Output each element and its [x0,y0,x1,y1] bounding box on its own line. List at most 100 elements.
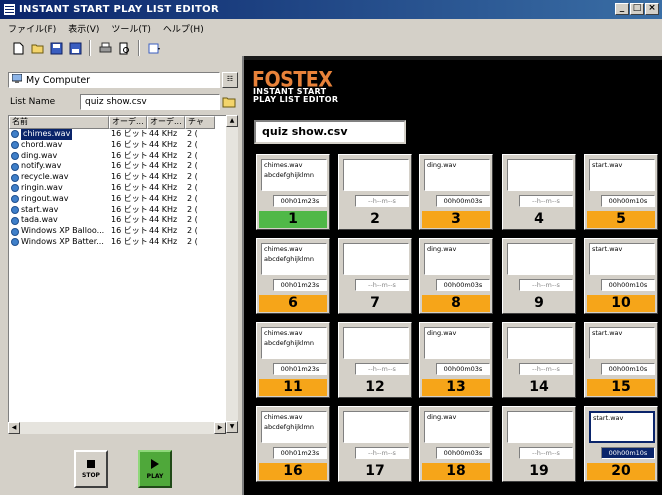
scroll-left-arrow-icon[interactable]: ◀ [8,422,20,434]
playlist-slot[interactable]: start.wav 00h00m10s 20 [584,406,658,482]
playlist-slot[interactable]: start.wav 00h00m10s 15 [584,322,658,398]
slot-file-info[interactable]: ding.wav [424,411,490,443]
print-preview-icon[interactable] [116,40,132,56]
playlist-slot[interactable]: ding.wav 00h00m03s 8 [419,238,493,314]
slot-number[interactable]: 3 [422,211,490,228]
menu-view[interactable]: 表示(V) [68,22,99,35]
file-list-row[interactable]: ringout.wav 16 ビット 44 KHz 2 ( [9,194,237,205]
slot-file-info[interactable] [507,411,573,443]
file-list-row[interactable]: Windows XP Balloo... 16 ビット 44 KHz 2 ( [9,226,237,237]
slot-file-info[interactable]: start.wav [589,327,655,359]
slot-file-info[interactable] [343,411,409,443]
slot-number[interactable]: 15 [587,379,655,396]
slot-file-info[interactable] [507,327,573,359]
save-as-icon[interactable] [67,40,83,56]
scroll-right-arrow-icon[interactable]: ▶ [214,422,226,434]
file-list-row[interactable]: tada.wav 16 ビット 44 KHz 2 ( [9,215,237,226]
playlist-slot[interactable]: ding.wav 00h00m03s 13 [419,322,493,398]
vertical-scrollbar[interactable]: ▲ ▼ [226,115,238,433]
slot-file-info[interactable]: chimes.wav abcdefghijklmn [261,411,327,443]
list-name-input[interactable]: quiz show.csv [80,94,220,110]
file-list-row[interactable]: notify.wav 16 ビット 44 KHz 2 ( [9,161,237,172]
playlist-slot[interactable]: --h--m--s 12 [338,322,412,398]
playlist-name-field[interactable]: quiz show.csv [254,120,406,144]
slot-file-info[interactable]: start.wav [589,411,655,443]
slot-file-info[interactable]: ding.wav [424,243,490,275]
scroll-down-arrow-icon[interactable]: ▼ [226,421,238,433]
minimize-button[interactable]: _ [615,3,629,15]
save-icon[interactable] [48,40,64,56]
slot-file-info[interactable]: chimes.wav abcdefghijklmn [261,327,327,359]
column-bits[interactable]: オーデ... [109,116,147,129]
file-list-row[interactable]: ding.wav 16 ビット 44 KHz 2 ( [9,151,237,162]
playlist-slot[interactable]: --h--m--s 9 [502,238,576,314]
slot-number[interactable]: 8 [422,295,490,312]
column-rate[interactable]: オーデ... [147,116,185,129]
playlist-slot[interactable]: ding.wav 00h00m03s 3 [419,154,493,230]
slot-number[interactable]: 17 [341,463,409,480]
slot-file-info[interactable]: ding.wav [424,327,490,359]
playlist-slot[interactable]: chimes.wav abcdefghijklmn 00h01m23s 1 [256,154,330,230]
slot-file-info[interactable] [507,159,573,191]
file-list-row[interactable]: Windows XP Batter... 16 ビット 44 KHz 2 ( [9,237,237,248]
new-file-icon[interactable] [10,40,26,56]
playlist-slot[interactable]: --h--m--s 2 [338,154,412,230]
file-list-row[interactable]: chord.wav 16 ビット 44 KHz 2 ( [9,140,237,151]
playlist-slot[interactable]: --h--m--s 4 [502,154,576,230]
stop-button[interactable]: STOP [74,450,108,488]
menu-help[interactable]: ヘルプ(H) [163,22,204,35]
playlist-slot[interactable]: start.wav 00h00m10s 10 [584,238,658,314]
file-list-row[interactable]: chimes.wav 16 ビット 44 KHz 2 ( [9,129,237,140]
playlist-slot[interactable]: --h--m--s 7 [338,238,412,314]
slot-file-info[interactable]: chimes.wav abcdefghijklmn [261,159,327,191]
slot-number[interactable]: 14 [505,379,573,396]
slot-file-info[interactable]: chimes.wav abcdefghijklmn [261,243,327,275]
slot-number[interactable]: 6 [259,295,327,312]
drive-browse-button[interactable]: ☷ [222,72,238,88]
slot-file-info[interactable]: start.wav [589,159,655,191]
file-list-row[interactable]: start.wav 16 ビット 44 KHz 2 ( [9,205,237,216]
file-list-row[interactable]: recycle.wav 16 ビット 44 KHz 2 ( [9,172,237,183]
playlist-slot[interactable]: --h--m--s 17 [338,406,412,482]
file-list[interactable]: 名前 オーデ... オーデ... チャ chimes.wav 16 ビット 44 K… [8,115,238,433]
slot-number[interactable]: 7 [341,295,409,312]
scroll-up-arrow-icon[interactable]: ▲ [226,115,238,127]
playlist-slot[interactable]: start.wav 00h00m10s 5 [584,154,658,230]
slot-number[interactable]: 1 [259,211,327,228]
slot-file-info[interactable]: ding.wav [424,159,490,191]
file-list-row[interactable]: ringin.wav 16 ビット 44 KHz 2 ( [9,183,237,194]
slot-number[interactable]: 10 [587,295,655,312]
maximize-button[interactable]: □ [630,3,644,15]
drive-selector[interactable]: My Computer [8,72,220,88]
view-options-icon[interactable] [146,40,162,56]
slot-number[interactable]: 12 [341,379,409,396]
slot-number[interactable]: 11 [259,379,327,396]
slot-number[interactable]: 13 [422,379,490,396]
menu-file[interactable]: ファイル(F) [8,22,56,35]
slot-number[interactable]: 4 [505,211,573,228]
column-name[interactable]: 名前 [9,116,109,129]
slot-number[interactable]: 16 [259,463,327,480]
playlist-slot[interactable]: ding.wav 00h00m03s 18 [419,406,493,482]
open-folder-icon[interactable] [29,40,45,56]
slot-number[interactable]: 19 [505,463,573,480]
slot-number[interactable]: 20 [587,463,655,480]
close-button[interactable]: × [645,3,659,15]
slot-file-info[interactable] [507,243,573,275]
playlist-slot[interactable]: chimes.wav abcdefghijklmn 00h01m23s 11 [256,322,330,398]
menu-tools[interactable]: ツール(T) [111,22,151,35]
column-channels[interactable]: チャ [185,116,215,129]
playlist-slot[interactable]: chimes.wav abcdefghijklmn 00h01m23s 6 [256,238,330,314]
slot-file-info[interactable]: start.wav [589,243,655,275]
playlist-slot[interactable]: --h--m--s 19 [502,406,576,482]
slot-file-info[interactable] [343,159,409,191]
slot-number[interactable]: 18 [422,463,490,480]
slot-number[interactable]: 5 [587,211,655,228]
horizontal-scrollbar[interactable]: ◀ ▶ [8,422,226,434]
folder-icon[interactable] [222,95,236,109]
slot-number[interactable]: 9 [505,295,573,312]
slot-number[interactable]: 2 [341,211,409,228]
slot-file-info[interactable] [343,327,409,359]
print-icon[interactable] [97,40,113,56]
playlist-slot[interactable]: chimes.wav abcdefghijklmn 00h01m23s 16 [256,406,330,482]
